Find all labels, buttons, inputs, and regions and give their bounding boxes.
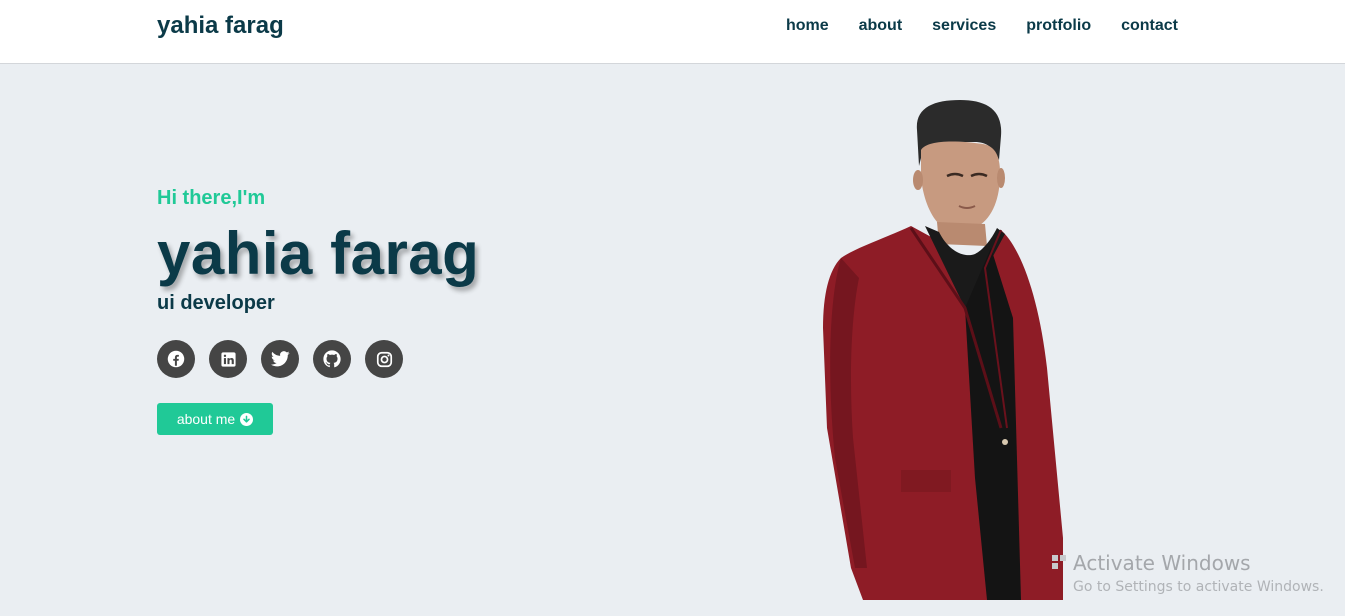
social-links <box>157 340 417 378</box>
main-nav: home about services protfolio contact <box>786 16 1178 36</box>
github-icon <box>323 350 341 368</box>
instagram-icon <box>376 351 392 367</box>
hero-role: ui developer <box>157 292 275 314</box>
facebook-link[interactable] <box>157 340 195 378</box>
twitter-icon <box>270 351 290 367</box>
hero-name: yahia farag <box>157 220 480 287</box>
windows-logo-icon <box>1052 555 1066 569</box>
nav-link-services[interactable]: services <box>932 16 996 36</box>
nav-link-home[interactable]: home <box>786 16 829 36</box>
arrow-down-circle-icon <box>240 412 254 426</box>
linkedin-link[interactable] <box>209 340 247 378</box>
instagram-link[interactable] <box>365 340 403 378</box>
watermark-subtitle: Go to Settings to activate Windows. <box>1073 579 1324 595</box>
watermark-title: Activate Windows <box>1073 551 1251 575</box>
facebook-icon <box>167 350 185 368</box>
hero-greeting: Hi there,I'm <box>157 187 266 209</box>
profile-photo <box>823 100 1063 600</box>
hero-text-block: Hi there,I'm yahia farag ui developer <box>157 187 479 315</box>
top-navbar: yahia farag home about services protfoli… <box>0 0 1345 64</box>
linkedin-icon <box>220 351 236 367</box>
about-me-button-label: about me <box>176 411 236 427</box>
about-me-button[interactable]: about me <box>157 403 273 435</box>
nav-link-about[interactable]: about <box>859 16 903 36</box>
twitter-link[interactable] <box>261 340 299 378</box>
windows-activation-watermark: Activate Windows Go to Settings to activ… <box>1052 551 1324 595</box>
nav-link-portfolio[interactable]: protfolio <box>1026 16 1091 36</box>
github-link[interactable] <box>313 340 351 378</box>
brand-logo-link[interactable]: yahia farag <box>157 12 284 40</box>
nav-link-contact[interactable]: contact <box>1121 16 1178 36</box>
